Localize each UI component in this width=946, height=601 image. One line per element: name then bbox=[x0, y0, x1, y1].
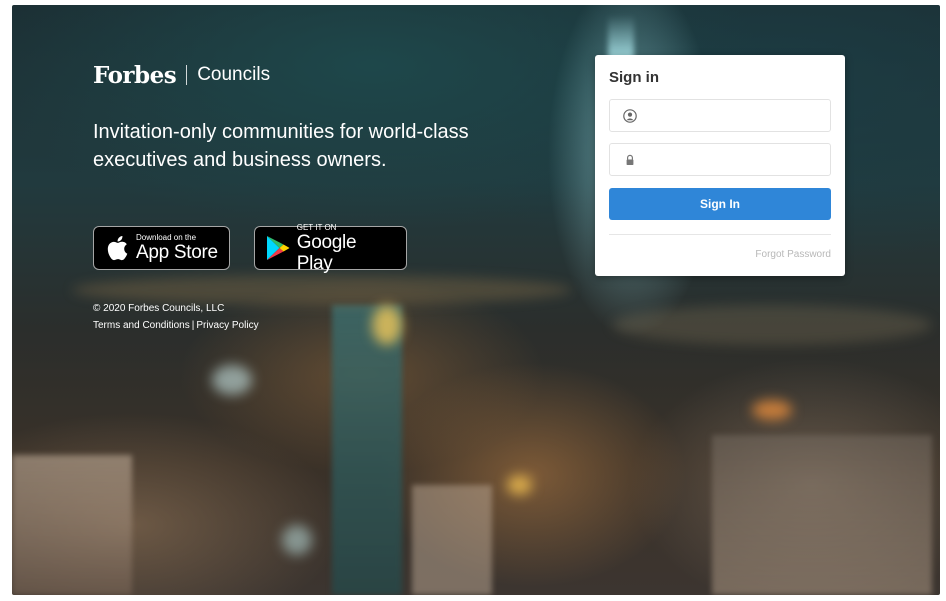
forbes-councils-logo[interactable]: Forbes Councils bbox=[93, 60, 493, 90]
user-icon bbox=[623, 109, 637, 123]
google-play-small-text: GET IT ON bbox=[296, 222, 337, 232]
logo-councils-text: Councils bbox=[197, 64, 271, 85]
footer: © 2020 Forbes Councils, LLC Terms and Co… bbox=[93, 300, 259, 334]
app-store-button[interactable]: Download on the App Store bbox=[93, 226, 230, 270]
lock-icon bbox=[623, 153, 637, 167]
signin-card: Sign in Sign In Forgot Password bbox=[595, 55, 845, 276]
building-left bbox=[12, 455, 132, 595]
signin-divider bbox=[609, 234, 831, 235]
google-play-button[interactable]: GET IT ON Google Play bbox=[254, 222, 407, 274]
google-play-big-text: Google Play bbox=[296, 231, 357, 274]
footer-separator: | bbox=[191, 320, 195, 331]
signin-title: Sign in bbox=[609, 69, 659, 86]
city-light bbox=[212, 365, 252, 395]
skyscraper-left bbox=[332, 305, 402, 595]
copyright-text: © 2020 Forbes Councils, LLC bbox=[93, 303, 225, 314]
terms-link[interactable]: Terms and Conditions bbox=[93, 320, 190, 331]
tagline: Invitation-only communities for world-cl… bbox=[93, 121, 469, 171]
city-light-band bbox=[612, 305, 932, 345]
building-center bbox=[412, 485, 492, 595]
city-light bbox=[282, 525, 312, 555]
username-input[interactable] bbox=[644, 100, 828, 133]
logo-forbes-text: Forbes bbox=[93, 61, 177, 89]
app-store-badges: Download on the App Store GET IT ON Goog… bbox=[93, 222, 407, 274]
password-field[interactable] bbox=[609, 143, 831, 177]
city-light bbox=[752, 400, 792, 420]
city-light bbox=[372, 305, 402, 345]
app-store-big-text: App Store bbox=[136, 242, 218, 263]
app-store-small-text: Download on the bbox=[136, 233, 197, 242]
signin-button[interactable]: Sign In bbox=[609, 188, 831, 220]
privacy-link[interactable]: Privacy Policy bbox=[196, 320, 258, 331]
city-light bbox=[507, 475, 532, 495]
forgot-password-link[interactable]: Forgot Password bbox=[609, 249, 831, 260]
hero-content: Forbes Councils Invitation-only communit… bbox=[93, 60, 493, 331]
google-play-icon bbox=[265, 235, 291, 261]
apple-icon bbox=[104, 235, 130, 261]
building-right bbox=[712, 435, 932, 595]
username-field[interactable] bbox=[609, 99, 831, 133]
logo-divider bbox=[186, 65, 188, 85]
password-input[interactable] bbox=[644, 144, 828, 177]
